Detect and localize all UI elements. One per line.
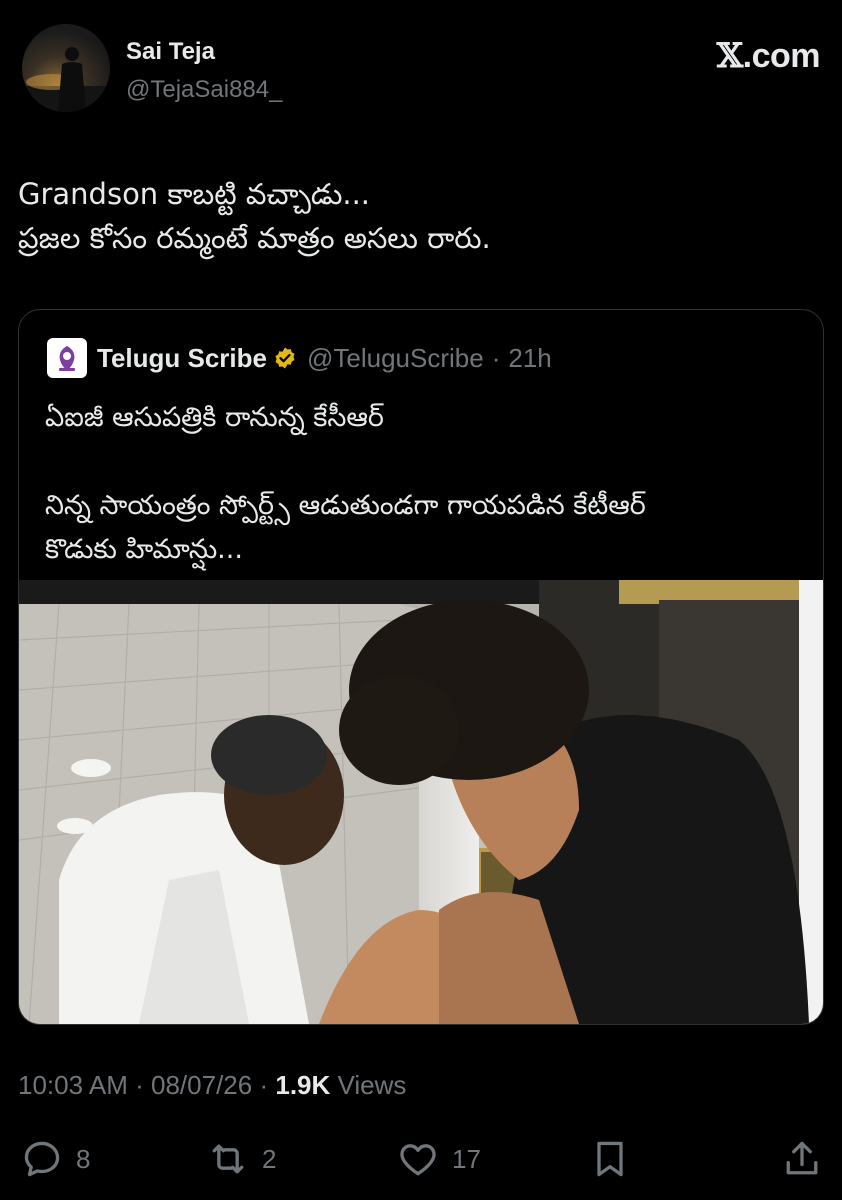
share-button[interactable] xyxy=(780,1136,836,1182)
avatar[interactable] xyxy=(22,24,110,112)
separator-dot: · xyxy=(135,1070,144,1100)
verified-badge-icon xyxy=(275,347,295,369)
reply-icon xyxy=(24,1141,60,1177)
quoted-author-name[interactable]: Telugu Scribe xyxy=(97,343,267,374)
quoted-line xyxy=(45,440,805,484)
action-bar: 8 2 17 xyxy=(0,1136,842,1182)
quoted-line: ఏఐజీ ఆసుపత్రికి రానున్న కేసీఆర్ xyxy=(45,402,384,433)
retweet-count: 2 xyxy=(262,1143,277,1174)
views-count: 1.9K xyxy=(275,1070,331,1100)
quoted-tweet[interactable]: Telugu Scribe @TeluguScribe · 21h ఏఐజీ ఆ… xyxy=(18,309,824,1025)
tweet-line: ప్రజల కోసం రమ్మంటే మాత్రం అసలు రారు. xyxy=(18,221,491,255)
tweet-header: Sai Teja @TejaSai884_ 𝕏.com xyxy=(22,24,821,120)
x-logo: 𝕏.com xyxy=(716,36,821,76)
quoted-timestamp[interactable]: 21h xyxy=(508,343,551,374)
quoted-tweet-text: ఏఐజీ ఆసుపత్రికి రానున్న కేసీఆర్ నిన్న సా… xyxy=(45,396,805,572)
reply-count: 8 xyxy=(76,1143,91,1174)
like-button[interactable]: 17 xyxy=(396,1136,481,1182)
tweet-line: Grandson కాబట్టి వచ్చాడు... xyxy=(18,177,371,211)
quoted-author-handle[interactable]: @TeluguScribe xyxy=(307,343,484,374)
quoted-photo[interactable] xyxy=(19,580,823,1024)
quoted-line: కొడుకు హిమాన్షు... xyxy=(45,534,243,565)
like-count: 17 xyxy=(452,1143,481,1174)
author-name[interactable]: Sai Teja xyxy=(126,38,215,66)
quoted-tweet-header: Telugu Scribe @TeluguScribe · 21h xyxy=(47,338,552,378)
tweet-date[interactable]: 08/07/26 xyxy=(151,1070,252,1100)
retweet-button[interactable]: 2 xyxy=(206,1136,276,1182)
site-suffix: .com xyxy=(742,37,821,75)
reply-button[interactable]: 8 xyxy=(20,1136,90,1182)
share-icon xyxy=(786,1141,818,1175)
author-handle[interactable]: @TejaSai884_ xyxy=(126,76,282,104)
quoted-line: నిన్న సాయంత్రం స్పోర్ట్స్ ఆడుతుండగా గాయప… xyxy=(45,490,646,521)
bookmark-button[interactable] xyxy=(588,1136,644,1182)
tweet-meta: 10:03 AM · 08/07/26 · 1.9K Views xyxy=(18,1070,406,1101)
telugu-scribe-logo-icon[interactable] xyxy=(47,338,87,378)
separator-dot: · xyxy=(491,342,501,373)
separator-dot: · xyxy=(259,1070,269,1100)
bookmark-icon xyxy=(597,1141,623,1177)
heart-icon xyxy=(400,1144,436,1176)
retweet-icon xyxy=(212,1144,244,1174)
tweet-text: Grandson కాబట్టి వచ్చాడు... ప్రజల కోసం ర… xyxy=(18,172,818,260)
x-icon: 𝕏 xyxy=(716,36,743,76)
views-label: Views xyxy=(337,1070,407,1100)
tweet-time[interactable]: 10:03 AM xyxy=(18,1070,128,1100)
